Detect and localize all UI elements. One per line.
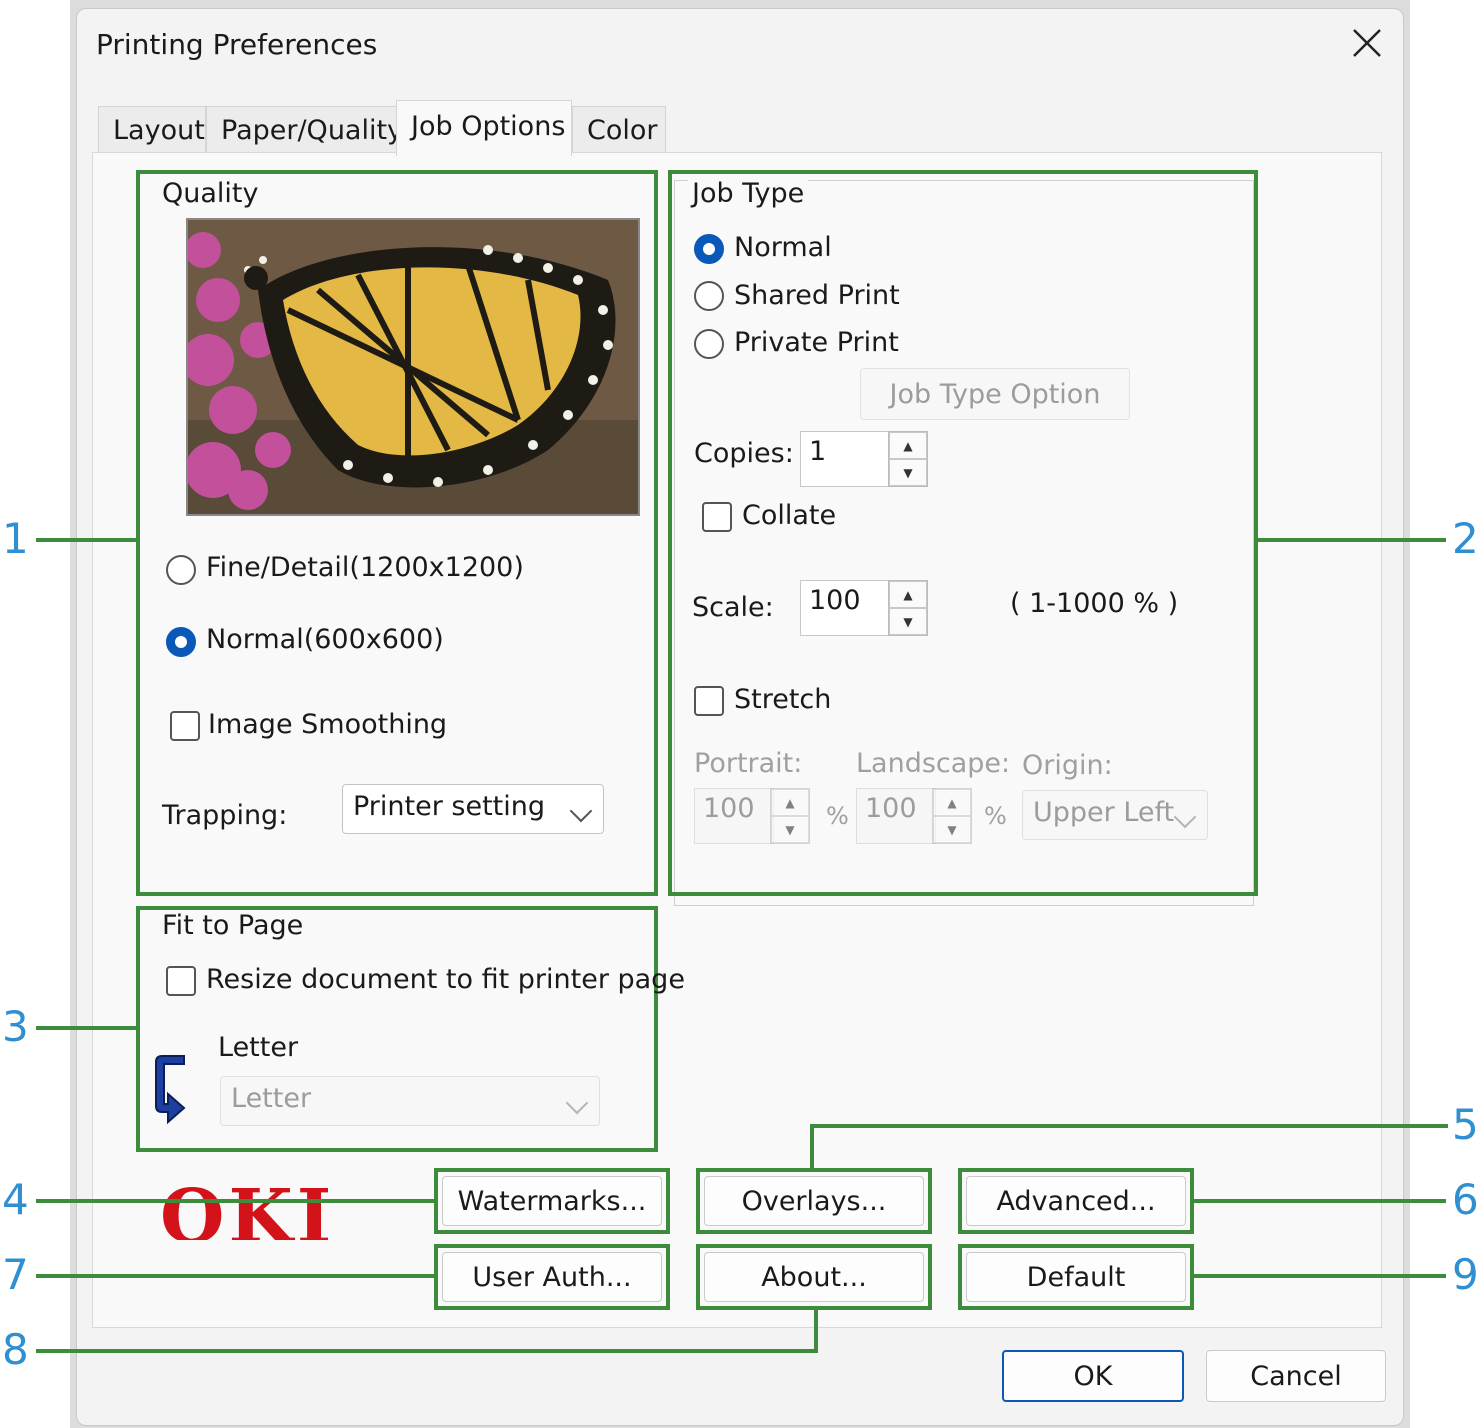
callout-line-4: [36, 1199, 436, 1203]
collate-checkbox[interactable]: [702, 502, 732, 532]
callout-line-5-horizontal: [810, 1124, 1448, 1128]
landscape-input[interactable]: 100: [856, 788, 936, 844]
stretch-label: Stretch: [734, 684, 832, 715]
trapping-dropdown[interactable]: Printer setting: [342, 784, 604, 834]
shared-print-label: Shared Print: [734, 280, 900, 311]
job-type-legend: Job Type: [688, 178, 809, 209]
tab-job-options[interactable]: Job Options: [396, 100, 572, 156]
tab-color[interactable]: Color: [572, 106, 666, 154]
oki-logo-text: OKI: [160, 1184, 336, 1240]
arrow-down-icon: [155, 1055, 186, 1125]
trapping-value: Printer setting: [353, 791, 546, 822]
copies-spinner[interactable]: ▲ ▼: [888, 431, 928, 487]
spin-up-icon[interactable]: ▲: [933, 789, 971, 816]
origin-label: Origin:: [1022, 750, 1113, 781]
butterfly-preview-image: [186, 218, 640, 516]
overlays-button[interactable]: Overlays...: [704, 1176, 924, 1226]
portrait-label: Portrait:: [694, 748, 803, 779]
butterfly-picture: [188, 220, 638, 514]
quality-legend: Quality: [158, 178, 263, 209]
callout-number-5: 5: [1452, 1100, 1479, 1149]
default-button[interactable]: Default: [966, 1252, 1186, 1302]
image-smoothing-label: Image Smoothing: [208, 709, 448, 740]
landscape-percent: %: [984, 802, 1007, 830]
spin-up-icon[interactable]: ▲: [889, 581, 927, 608]
private-print-radio[interactable]: [694, 329, 724, 359]
portrait-input[interactable]: 100: [694, 788, 774, 844]
scale-range-text: ( 1-1000 % ): [1010, 588, 1179, 619]
cancel-button[interactable]: Cancel: [1206, 1350, 1386, 1402]
landscape-spinner[interactable]: ▲ ▼: [932, 788, 972, 844]
ok-button[interactable]: OK: [1002, 1350, 1184, 1402]
spin-up-icon[interactable]: ▲: [889, 432, 927, 459]
landscape-label: Landscape:: [856, 748, 1011, 779]
callout-number-1: 1: [2, 514, 29, 563]
callout-number-9: 9: [1452, 1250, 1479, 1299]
callout-number-8: 8: [2, 1325, 29, 1374]
user-auth-button[interactable]: User Auth...: [442, 1252, 662, 1302]
private-print-label: Private Print: [734, 327, 899, 358]
normal-quality-label: Normal(600x600): [206, 624, 444, 655]
spin-down-icon[interactable]: ▼: [889, 459, 927, 486]
about-button[interactable]: About...: [704, 1252, 924, 1302]
window-title: Printing Preferences: [96, 28, 378, 61]
spin-down-icon[interactable]: ▼: [889, 608, 927, 635]
callout-line-8-vertical: [814, 1308, 818, 1353]
scale-input[interactable]: 100: [800, 580, 890, 636]
source-paper-label: Letter: [218, 1032, 299, 1063]
copies-input[interactable]: 1: [800, 431, 890, 487]
portrait-percent: %: [826, 802, 849, 830]
callout-line-3: [36, 1026, 138, 1030]
fit-to-page-legend: Fit to Page: [158, 910, 308, 941]
resize-document-checkbox[interactable]: [166, 966, 196, 996]
callout-line-9: [1192, 1274, 1446, 1278]
portrait-spinner[interactable]: ▲ ▼: [770, 788, 810, 844]
collate-label: Collate: [742, 500, 837, 531]
origin-dropdown[interactable]: Upper Left: [1022, 790, 1208, 840]
callout-number-6: 6: [1452, 1175, 1479, 1224]
callout-number-7: 7: [2, 1250, 29, 1299]
scale-spinner[interactable]: ▲ ▼: [888, 580, 928, 636]
fine-detail-radio[interactable]: [166, 555, 196, 585]
stretch-checkbox[interactable]: [694, 686, 724, 716]
callout-line-6: [1192, 1199, 1446, 1203]
shared-print-radio[interactable]: [694, 281, 724, 311]
origin-value: Upper Left: [1033, 797, 1175, 828]
callout-line-8-horizontal: [36, 1349, 818, 1353]
spin-down-icon[interactable]: ▼: [933, 816, 971, 843]
job-normal-radio[interactable]: [694, 234, 724, 264]
normal-quality-radio[interactable]: [166, 627, 196, 657]
tab-paper-quality[interactable]: Paper/Quality: [206, 106, 403, 154]
chevron-down-icon: [569, 799, 593, 823]
spin-up-icon[interactable]: ▲: [771, 789, 809, 816]
callout-line-7: [36, 1274, 436, 1278]
callout-number-4: 4: [2, 1175, 29, 1224]
resize-document-label: Resize document to fit printer page: [206, 964, 685, 995]
callout-number-3: 3: [2, 1002, 29, 1051]
chevron-down-icon: [1173, 805, 1197, 829]
close-icon[interactable]: [1348, 24, 1386, 62]
image-smoothing-checkbox[interactable]: [170, 711, 200, 741]
tab-layout[interactable]: Layout: [98, 106, 206, 154]
scale-label: Scale:: [692, 592, 774, 623]
callout-line-1: [36, 538, 138, 542]
chevron-down-icon: [565, 1091, 589, 1115]
callout-line-5-vertical: [810, 1124, 814, 1170]
advanced-button[interactable]: Advanced...: [966, 1176, 1186, 1226]
fine-detail-label: Fine/Detail(1200x1200): [206, 552, 524, 583]
oki-logo: OKI: [160, 1184, 350, 1240]
callout-line-2: [1256, 538, 1446, 542]
job-normal-label: Normal: [734, 232, 832, 263]
watermarks-button[interactable]: Watermarks...: [442, 1176, 662, 1226]
callout-number-2: 2: [1452, 514, 1479, 563]
job-type-option-button[interactable]: Job Type Option: [860, 368, 1130, 420]
trapping-label: Trapping:: [162, 800, 288, 831]
copies-label: Copies:: [694, 438, 794, 469]
spin-down-icon[interactable]: ▼: [771, 816, 809, 843]
target-paper-dropdown[interactable]: Letter: [220, 1076, 600, 1126]
target-paper-value: Letter: [231, 1083, 312, 1114]
